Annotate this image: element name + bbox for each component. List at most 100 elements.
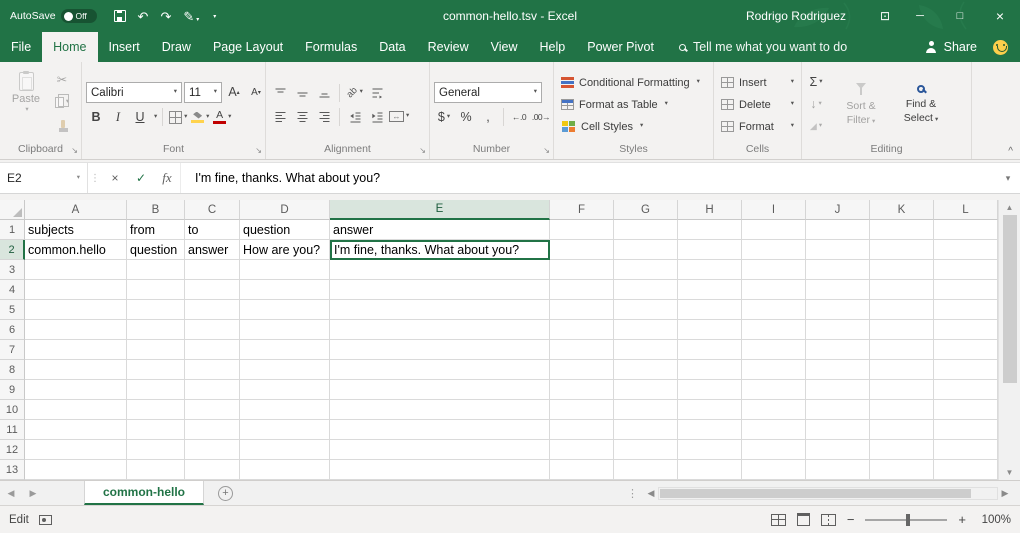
clipboard-dialog-launcher[interactable]: ↘ bbox=[71, 146, 78, 155]
copy-button[interactable]: ▾ bbox=[52, 92, 72, 112]
cell-F5[interactable] bbox=[550, 300, 614, 320]
cell-B2[interactable]: question bbox=[127, 240, 185, 260]
align-left-button[interactable] bbox=[270, 107, 290, 127]
cell-H11[interactable] bbox=[678, 420, 742, 440]
font-name-select[interactable]: Calibri ▾ bbox=[86, 82, 182, 103]
row-header-2[interactable]: 2 bbox=[0, 240, 25, 260]
fill-color-button[interactable]: ▾ bbox=[190, 107, 210, 127]
name-box[interactable]: E2 ▾ bbox=[0, 163, 88, 193]
cell-L11[interactable] bbox=[934, 420, 998, 440]
scroll-down-icon[interactable]: ▼ bbox=[1006, 468, 1014, 477]
clear-button[interactable]: ◢▾ bbox=[806, 117, 826, 137]
cell-I3[interactable] bbox=[742, 260, 806, 280]
tell-me-search[interactable]: Tell me what you want to do bbox=[679, 32, 847, 62]
sort-filter-button[interactable]: Sort & Filter▾ bbox=[832, 83, 890, 125]
cell-C12[interactable] bbox=[185, 440, 240, 460]
cell-K13[interactable] bbox=[870, 460, 934, 480]
cell-G13[interactable] bbox=[614, 460, 678, 480]
decrease-decimal-button[interactable]: .00→ bbox=[531, 107, 551, 127]
cell-F6[interactable] bbox=[550, 320, 614, 340]
cell-A10[interactable] bbox=[25, 400, 127, 420]
cell-G1[interactable] bbox=[614, 220, 678, 240]
share-button[interactable]: Share bbox=[925, 40, 977, 54]
zoom-in-button[interactable]: + bbox=[958, 512, 966, 527]
cell-L13[interactable] bbox=[934, 460, 998, 480]
select-all-corner[interactable] bbox=[0, 200, 25, 220]
insert-function-button[interactable]: fx bbox=[154, 163, 180, 193]
cell-C5[interactable] bbox=[185, 300, 240, 320]
cancel-entry-button[interactable]: × bbox=[102, 163, 128, 193]
cell-B12[interactable] bbox=[127, 440, 185, 460]
cell-K2[interactable] bbox=[870, 240, 934, 260]
cell-F11[interactable] bbox=[550, 420, 614, 440]
cell-D5[interactable] bbox=[240, 300, 330, 320]
align-center-button[interactable] bbox=[292, 107, 312, 127]
alignment-dialog-launcher[interactable]: ↘ bbox=[419, 146, 426, 155]
cell-L7[interactable] bbox=[934, 340, 998, 360]
column-header-I[interactable]: I bbox=[742, 200, 806, 220]
cell-A2[interactable]: common.hello bbox=[25, 240, 127, 260]
chevron-down-icon[interactable]: ▾ bbox=[154, 114, 157, 121]
cell-J12[interactable] bbox=[806, 440, 870, 460]
ribbon-tab-page-layout[interactable]: Page Layout bbox=[202, 32, 294, 62]
cell-L8[interactable] bbox=[934, 360, 998, 380]
cell-D13[interactable] bbox=[240, 460, 330, 480]
number-dialog-launcher[interactable]: ↘ bbox=[543, 146, 550, 155]
column-header-H[interactable]: H bbox=[678, 200, 742, 220]
cell-G11[interactable] bbox=[614, 420, 678, 440]
cell-A13[interactable] bbox=[25, 460, 127, 480]
cell-J13[interactable] bbox=[806, 460, 870, 480]
ribbon-tab-power-pivot[interactable]: Power Pivot bbox=[576, 32, 665, 62]
ribbon-display-options-button[interactable]: ⊡ bbox=[870, 9, 900, 23]
cell-K1[interactable] bbox=[870, 220, 934, 240]
save-icon[interactable] bbox=[114, 10, 126, 22]
row-header-3[interactable]: 3 bbox=[0, 260, 25, 280]
cell-K3[interactable] bbox=[870, 260, 934, 280]
customize-quick-access-button[interactable]: ▾ bbox=[213, 13, 216, 20]
cell-B3[interactable] bbox=[127, 260, 185, 280]
cell-D7[interactable] bbox=[240, 340, 330, 360]
cell-I4[interactable] bbox=[742, 280, 806, 300]
autosave-toggle[interactable]: AutoSave Off bbox=[10, 9, 97, 23]
font-dialog-launcher[interactable]: ↘ bbox=[255, 146, 262, 155]
cell-B9[interactable] bbox=[127, 380, 185, 400]
cell-D4[interactable] bbox=[240, 280, 330, 300]
cell-E2[interactable]: I'm fine, thanks. What about you? bbox=[330, 240, 550, 260]
cell-K7[interactable] bbox=[870, 340, 934, 360]
paste-button[interactable]: Paste ▾ bbox=[4, 70, 48, 114]
font-color-button[interactable]: A▾ bbox=[212, 107, 232, 127]
cell-L3[interactable] bbox=[934, 260, 998, 280]
sheet-tab-common-hello[interactable]: common-hello bbox=[84, 481, 204, 505]
close-button[interactable]: × bbox=[980, 0, 1020, 32]
cell-J5[interactable] bbox=[806, 300, 870, 320]
cell-A7[interactable] bbox=[25, 340, 127, 360]
feedback-smiley-icon[interactable] bbox=[993, 40, 1008, 55]
cell-H9[interactable] bbox=[678, 380, 742, 400]
cell-A4[interactable] bbox=[25, 280, 127, 300]
cell-H5[interactable] bbox=[678, 300, 742, 320]
underline-button[interactable]: U bbox=[130, 107, 150, 127]
row-header-4[interactable]: 4 bbox=[0, 280, 25, 300]
row-header-8[interactable]: 8 bbox=[0, 360, 25, 380]
percent-style-button[interactable]: % bbox=[456, 107, 476, 127]
column-header-J[interactable]: J bbox=[806, 200, 870, 220]
ribbon-tab-file[interactable]: File bbox=[0, 32, 42, 62]
row-header-11[interactable]: 11 bbox=[0, 420, 25, 440]
cell-E9[interactable] bbox=[330, 380, 550, 400]
cell-I9[interactable] bbox=[742, 380, 806, 400]
ribbon-tab-review[interactable]: Review bbox=[417, 32, 480, 62]
user-name[interactable]: Rodrigo Rodriguez bbox=[746, 9, 846, 23]
cell-L12[interactable] bbox=[934, 440, 998, 460]
cell-K5[interactable] bbox=[870, 300, 934, 320]
row-header-7[interactable]: 7 bbox=[0, 340, 25, 360]
tab-splitter-dots[interactable]: ⋮ bbox=[627, 487, 638, 500]
cell-G9[interactable] bbox=[614, 380, 678, 400]
cell-J10[interactable] bbox=[806, 400, 870, 420]
cell-G4[interactable] bbox=[614, 280, 678, 300]
row-header-9[interactable]: 9 bbox=[0, 380, 25, 400]
orientation-button[interactable]: ab▾ bbox=[345, 83, 365, 103]
cell-G12[interactable] bbox=[614, 440, 678, 460]
cell-J6[interactable] bbox=[806, 320, 870, 340]
cell-A8[interactable] bbox=[25, 360, 127, 380]
cell-A12[interactable] bbox=[25, 440, 127, 460]
